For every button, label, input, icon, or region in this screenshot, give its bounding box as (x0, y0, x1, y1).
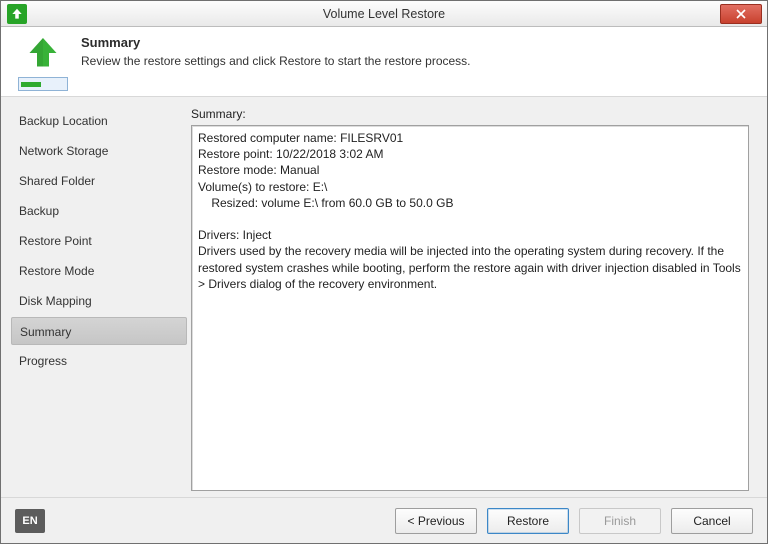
footer: EN < Previous Restore Finish Cancel (1, 497, 767, 543)
sidebar-item-network-storage[interactable]: Network Storage (11, 137, 187, 165)
previous-button[interactable]: < Previous (395, 508, 477, 534)
sidebar: Backup Location Network Storage Shared F… (1, 97, 191, 497)
banner-title: Summary (81, 35, 471, 50)
sidebar-item-shared-folder[interactable]: Shared Folder (11, 167, 187, 195)
dialog-window: Volume Level Restore Summary Review the … (0, 0, 768, 544)
language-indicator[interactable]: EN (15, 509, 45, 533)
cancel-button[interactable]: Cancel (671, 508, 753, 534)
drive-icon (18, 77, 68, 91)
sidebar-item-restore-mode[interactable]: Restore Mode (11, 257, 187, 285)
app-icon (7, 4, 27, 24)
banner-subtitle: Review the restore settings and click Re… (81, 54, 471, 68)
body: Backup Location Network Storage Shared F… (1, 97, 767, 497)
main-panel: Summary: Restored computer name: FILESRV… (191, 97, 767, 497)
restore-arrow-icon (25, 35, 61, 71)
sidebar-item-restore-point[interactable]: Restore Point (11, 227, 187, 255)
arrow-up-icon (10, 7, 24, 21)
banner-icons (11, 35, 75, 91)
banner: Summary Review the restore settings and … (1, 27, 767, 97)
sidebar-item-backup-location[interactable]: Backup Location (11, 107, 187, 135)
sidebar-item-progress[interactable]: Progress (11, 347, 187, 375)
titlebar: Volume Level Restore (1, 1, 767, 27)
close-icon (736, 9, 746, 19)
window-title: Volume Level Restore (1, 7, 767, 21)
close-button[interactable] (720, 4, 762, 24)
sidebar-item-backup[interactable]: Backup (11, 197, 187, 225)
finish-button: Finish (579, 508, 661, 534)
summary-text[interactable]: Restored computer name: FILESRV01 Restor… (191, 125, 749, 491)
summary-label: Summary: (191, 107, 749, 121)
sidebar-item-disk-mapping[interactable]: Disk Mapping (11, 287, 187, 315)
restore-button[interactable]: Restore (487, 508, 569, 534)
sidebar-item-summary[interactable]: Summary (11, 317, 187, 345)
